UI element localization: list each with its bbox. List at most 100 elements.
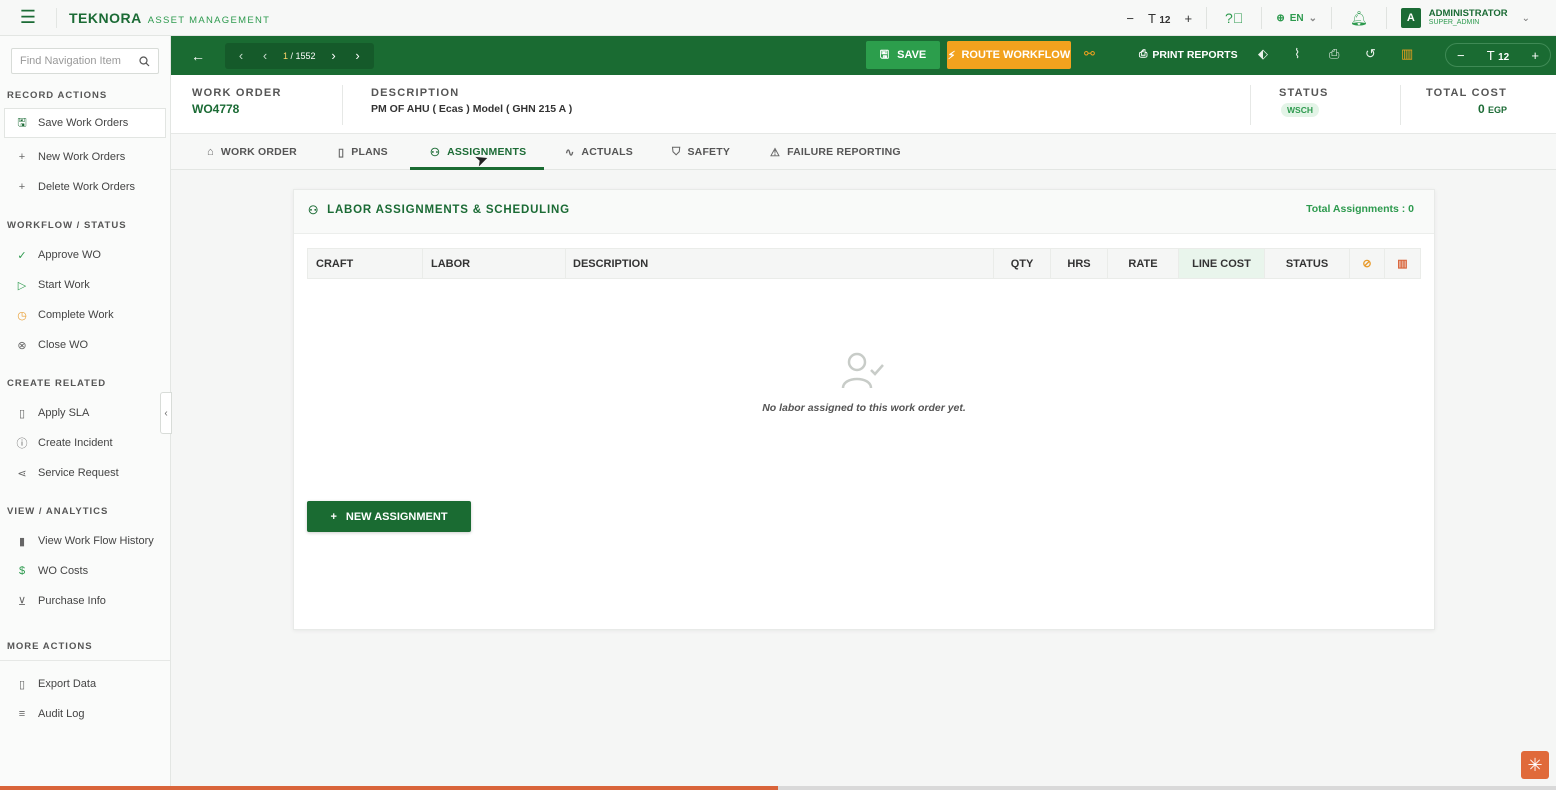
cart-icon: ⊻ (17, 595, 27, 608)
divider (342, 85, 343, 125)
column-header-hrs[interactable]: HRS (1051, 249, 1108, 278)
sidebar-item-new[interactable]: + New Work Orders (0, 142, 170, 172)
sidebar-item-start[interactable]: ▷ Start Work (0, 270, 170, 300)
language-selector[interactable]: ⊕ EN ⌄ (1262, 13, 1331, 24)
column-header-craft[interactable]: CRAFT (308, 249, 423, 278)
tab-work-order[interactable]: ⌂ WORK ORDER (207, 134, 297, 170)
sidebar-item-label: Close WO (38, 339, 89, 351)
tab-failure-reporting[interactable]: ⚠︎ FAILURE REPORTING (770, 134, 901, 170)
increase-font-icon[interactable]: + (1531, 48, 1539, 63)
help-icon[interactable]: ?⃝ (1207, 10, 1261, 26)
work-order-field: WORK ORDER WO4778 (192, 87, 282, 116)
sidebar-item-close[interactable]: ⊗ Close WO (0, 330, 170, 360)
search-input[interactable]: Find Navigation Item (11, 48, 159, 74)
previous-record-icon[interactable]: ‹ (253, 48, 277, 63)
last-record-icon[interactable]: › (346, 48, 370, 63)
text-size-icon: T 12 (1486, 47, 1510, 63)
tab-plans[interactable]: ▯ PLANS (338, 134, 388, 170)
first-record-icon[interactable]: ‹ (229, 48, 253, 63)
user-name: ADMINISTRATOR (1428, 8, 1508, 19)
search-icon (139, 55, 150, 66)
menu-icon[interactable]: ☰ (0, 0, 56, 36)
column-header-status[interactable]: STATUS (1265, 249, 1350, 278)
printer-icon: ⎙ (1139, 48, 1148, 60)
record-pager: ‹ ‹ 1 / 1552 › › (225, 42, 374, 69)
sidebar-item-history[interactable]: ▮ View Work Flow History (0, 526, 170, 556)
sidebar: Find Navigation Item RECORD ACTIONS 🖫 Sa… (0, 36, 171, 790)
approve-all-icon[interactable]: ⊘ (1350, 249, 1385, 278)
decrease-font-icon[interactable]: − (1457, 48, 1465, 63)
next-record-icon[interactable]: › (322, 48, 346, 63)
assistant-icon[interactable]: ✳ (1521, 751, 1549, 779)
sidebar-item-save[interactable]: 🖫 Save Work Orders (4, 108, 166, 138)
new-assignment-button[interactable]: + NEW ASSIGNMENT (307, 501, 471, 532)
user-check-icon (841, 350, 885, 402)
column-header-description[interactable]: DESCRIPTION (566, 249, 994, 278)
sidebar-item-label: WO Costs (38, 565, 89, 577)
tab-label: SAFETY (687, 146, 731, 158)
route-workflow-button[interactable]: ⚡︎ ROUTE WORKFLOW (947, 41, 1071, 69)
tab-label: ACTUALS (581, 146, 633, 158)
back-arrow-icon[interactable]: ← (171, 48, 225, 64)
record-tabs: ⌂ WORK ORDER ▯ PLANS ⚇ ASSIGNMENTS ∿ ACT… (171, 134, 1556, 170)
section-create-related: CREATE RELATED (7, 377, 107, 389)
column-header-rate[interactable]: RATE (1108, 249, 1179, 278)
chevron-left-icon: ‹ (164, 407, 168, 419)
brand-logo: TEKNORA (69, 9, 142, 26)
sidebar-item-label: Export Data (38, 678, 97, 690)
sidebar-item-sla[interactable]: ▯ Apply SLA (0, 398, 170, 428)
print-reports-button[interactable]: ⎙ PRINT REPORTS (1139, 48, 1238, 61)
play-icon: ▷ (17, 279, 27, 292)
tab-actuals[interactable]: ∿ ACTUALS (565, 134, 633, 170)
chevron-down-icon: ⌄ (1521, 12, 1530, 24)
delete-all-icon[interactable]: ▥ (1385, 249, 1420, 278)
sidebar-item-label: Purchase Info (38, 595, 106, 607)
decrease-font-icon[interactable]: − (1126, 11, 1134, 26)
sidebar-item-delete[interactable]: + Delete Work Orders (0, 172, 170, 202)
delete-icon[interactable]: ▥ (1401, 46, 1413, 62)
sidebar-item-label: Audit Log (38, 708, 85, 720)
printer-icon[interactable]: ⎙ (1329, 46, 1339, 62)
history-icon[interactable]: ↺ (1365, 46, 1376, 62)
record-total: / 1552 (290, 50, 316, 61)
sidebar-item-approve[interactable]: ✓ Approve WO (0, 240, 170, 270)
increase-font-icon[interactable]: + (1184, 11, 1192, 26)
chevron-down-icon: ⌄ (1308, 12, 1318, 24)
tab-safety[interactable]: ⛉ SAFETY (672, 134, 730, 170)
sidebar-item-label: Apply SLA (38, 407, 90, 419)
language-label: EN (1289, 12, 1304, 24)
sidebar-item-complete[interactable]: ◷ Complete Work (0, 300, 170, 330)
column-header-labor[interactable]: LABOR (423, 249, 566, 278)
bell-icon[interactable]: 🔔︎ (1332, 10, 1386, 27)
column-header-line-cost[interactable]: LINE COST (1179, 249, 1265, 278)
tag-icon[interactable]: ⬖ (1258, 46, 1268, 62)
paperclip-icon[interactable]: ⌇ (1294, 46, 1300, 62)
record-toolbar: ← ‹ ‹ 1 / 1552 › › 🖫 SAVE ⚡︎ ROUTE WORKF… (171, 36, 1556, 75)
sidebar-item-service[interactable]: ⋖ Service Request (0, 458, 170, 488)
section-record-actions: RECORD ACTIONS (7, 89, 108, 101)
description-label: DESCRIPTION (371, 87, 460, 99)
plus-icon: + (330, 510, 337, 523)
save-button[interactable]: 🖫 SAVE (866, 41, 940, 69)
workflow-icon[interactable]: ⚯ (1084, 46, 1095, 62)
document-icon: ▯ (338, 146, 345, 159)
close-circle-icon: ⊗ (17, 339, 27, 352)
check-circle-icon: ✓ (17, 249, 27, 262)
sidebar-item-purchase[interactable]: ⊻ Purchase Info (0, 586, 170, 616)
user-menu[interactable]: A ADMINISTRATOR SUPER_ADMIN ⌄ (1387, 8, 1556, 28)
sidebar-item-incident[interactable]: ⓘ Create Incident (0, 428, 170, 458)
font-size-control: − T 12 + (1112, 11, 1206, 26)
progress-fill (0, 786, 778, 790)
collapse-sidebar-button[interactable]: ‹ (160, 392, 172, 434)
sidebar-item-costs[interactable]: $ WO Costs (0, 556, 170, 586)
sidebar-item-export[interactable]: ▯ Export Data (0, 669, 170, 699)
tab-label: PLANS (351, 146, 388, 158)
save-icon: 🖫 (879, 48, 890, 61)
work-order-label: WORK ORDER (192, 87, 282, 99)
description-field: DESCRIPTION PM OF AHU ( Ecas ) Model ( G… (371, 87, 572, 115)
section-view-analytics: VIEW / ANALYTICS (7, 505, 109, 517)
new-assignment-label: NEW ASSIGNMENT (345, 510, 448, 523)
sidebar-item-audit[interactable]: ≡ Audit Log (0, 699, 170, 729)
divider (1400, 85, 1401, 125)
column-header-qty[interactable]: QTY (994, 249, 1051, 278)
